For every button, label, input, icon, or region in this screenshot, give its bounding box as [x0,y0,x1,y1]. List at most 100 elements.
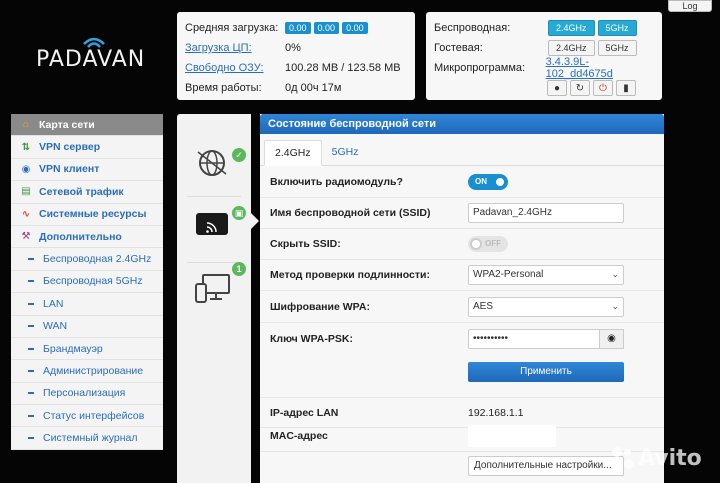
mac-label: MAC-адрес [270,430,328,442]
tab-5ghz[interactable]: 5GHz [322,140,369,165]
avito-watermark: Avito [612,446,702,471]
sidebar-item-label: VPN сервер [39,141,101,154]
advanced-row: Дополнительные настройки... [260,450,664,481]
ram-link[interactable]: Свободно ОЗУ: [185,62,285,74]
cpu-link[interactable]: Загрузка ЦП: [185,42,285,54]
router-wifi-icon [196,213,228,235]
sidebar-sub-firewall[interactable]: Брандмауэр [11,337,163,361]
lock-icon: ▣ [232,206,246,220]
sidebar-sub-label: Статус интерфейсов [43,409,145,422]
sidebar-sub-label: Беспроводная 5GHz [43,275,143,288]
load-badge-3: 0.00 [342,22,368,34]
system-actions: ● ↻ ⏻ ▮ [434,80,654,96]
trash-icon[interactable]: ▮ [616,80,636,96]
router-status-cell[interactable]: ▣ [177,202,251,262]
mac-value-box [468,425,556,447]
panel-title: Состояние беспроводной сети [260,114,664,134]
status-panel: Средняя загрузка: 0.00 0.00 0.00 Загрузк… [177,12,415,100]
lan-ip-value: 192.168.1.1 [468,406,524,419]
firmware-link[interactable]: 3.4.3.9L-102_dd4675d [546,56,654,80]
sidebar-sub-lan[interactable]: LAN [11,293,163,316]
system-panel: Беспроводная: 2.4GHz 5GHz Гостевая: 2.4G… [426,12,662,100]
load-row: Средняя загрузка: 0.00 0.00 0.00 [185,18,407,38]
toggle-state: ON [475,177,487,186]
toggle-knob [470,238,482,250]
ram-row: Свободно ОЗУ: 100.28 MB / 123.58 MB [185,58,407,78]
sidebar-sub-personalize[interactable]: Персонализация [11,382,163,406]
user-icon[interactable]: ● [547,80,567,96]
sidebar-sub-label: WAN [43,320,68,333]
cpu-value: 0% [285,42,301,54]
tab-24ghz[interactable]: 2.4GHz [264,140,322,166]
firmware-row: Микропрограмма: 3.4.3.9L-102_dd4675d [434,56,654,80]
toggle-knob [494,176,506,188]
wpa-row: Шифрование WPA: AES ⌄ [260,292,664,323]
radio-toggle[interactable]: ON [468,174,508,190]
guest-24-button[interactable]: 2.4GHz [548,40,595,56]
internet-globe-icon [197,150,227,176]
dash-icon [25,370,37,372]
sidebar-sub-if-status[interactable]: Статус интерфейсов [11,405,163,428]
ssid-input[interactable]: Padavan_2.4GHz [468,203,624,223]
hide-ssid-toggle[interactable]: OFF [468,236,508,252]
internet-status-cell[interactable]: ✓ [177,136,251,196]
log-button[interactable]: Log [668,0,712,12]
chevron-down-icon: ⌄ [611,269,619,279]
radio-row: Включить радиомодуль? ON [260,167,664,198]
sidebar-sub-label: Беспроводная 2.4GHz [43,253,152,266]
load-badge-1: 0.00 [285,22,311,34]
sidebar: ⌂ Карта сети ⇅ VPN сервер ◉ VPN клиент ▤… [11,114,163,450]
sidebar-item-vpn-server[interactable]: ⇅ VPN сервер [11,136,163,159]
sidebar-sub-label: LAN [43,297,64,310]
advanced-settings-button[interactable]: Дополнительные настройки... [468,455,624,476]
sidebar-item-vpn-client[interactable]: ◉ VPN клиент [11,158,163,182]
clients-status-cell[interactable]: 1 [177,262,251,326]
auth-select[interactable]: WPA2-Personal ⌄ [468,265,624,285]
band-tabs: 2.4GHz 5GHz [260,134,664,166]
sidebar-item-resources[interactable]: ∿ Системные ресурсы [11,203,163,226]
sidebar-sub-syslog[interactable]: Системный журнал [11,427,163,450]
sidebar-sub-wireless-5[interactable]: Беспроводная 5GHz [11,270,163,294]
hide-ssid-row: Скрыть SSID: OFF [260,229,664,260]
eye-icon[interactable]: ◉ [600,328,624,349]
traffic-icon: ▤ [21,186,31,198]
padavan-logo: PADAVAN [36,34,146,84]
ssid-row: Имя беспроводной сети (SSID) Padavan_2.4… [260,198,664,229]
uptime-value: 0д 00ч 17м [285,82,342,94]
selection-pointer [251,213,259,229]
apply-button[interactable]: Применить [468,362,624,382]
guest-label: Гостевая: [434,42,483,54]
wireless-5-button[interactable]: 5GHz [597,20,637,36]
sidebar-item-advanced[interactable]: ⚒ Дополнительно [11,225,163,249]
lan-ip-label: IP-адрес LAN [270,406,339,419]
sidebar-item-network-map[interactable]: ⌂ Карта сети [11,114,163,137]
wpa-select[interactable]: AES ⌄ [468,297,624,317]
clients-devices-icon [195,274,230,303]
dash-icon [25,392,37,394]
home-icon: ⌂ [22,119,30,131]
firmware-label: Микропрограмма: [434,62,526,74]
psk-input[interactable]: •••••••••• [468,328,600,349]
sidebar-item-label: Системные ресурсы [39,208,147,221]
dash-icon [25,280,37,282]
power-icon[interactable]: ⏻ [593,80,613,96]
sidebar-sub-label: Брандмауэр [43,342,103,355]
wpa-label: Шифрование WPA: [270,301,370,313]
wireless-24-button[interactable]: 2.4GHz [548,20,595,36]
resources-icon: ∿ [21,208,31,220]
divider [187,196,241,197]
clients-count-badge: 1 [232,262,246,276]
wpa-selected: AES [473,301,494,312]
sidebar-item-label: Сетевой трафик [39,185,124,198]
uptime-label: Время работы: [185,82,262,94]
sidebar-sub-wireless-24[interactable]: Беспроводная 2.4GHz [11,248,163,271]
sidebar-item-traffic[interactable]: ▤ Сетевой трафик [11,181,163,204]
psk-row: Ключ WPA-PSK: •••••••••• ◉ [260,323,664,354]
reboot-icon[interactable]: ↻ [570,80,590,96]
sidebar-sub-label: Персонализация [43,387,126,400]
sidebar-sub-wan[interactable]: WAN [11,315,163,338]
sidebar-item-label: Карта сети [39,118,95,131]
watermark-text: Avito [638,446,702,471]
sidebar-sub-admin[interactable]: Администрирование [11,360,163,383]
guest-5-button[interactable]: 5GHz [597,40,637,56]
